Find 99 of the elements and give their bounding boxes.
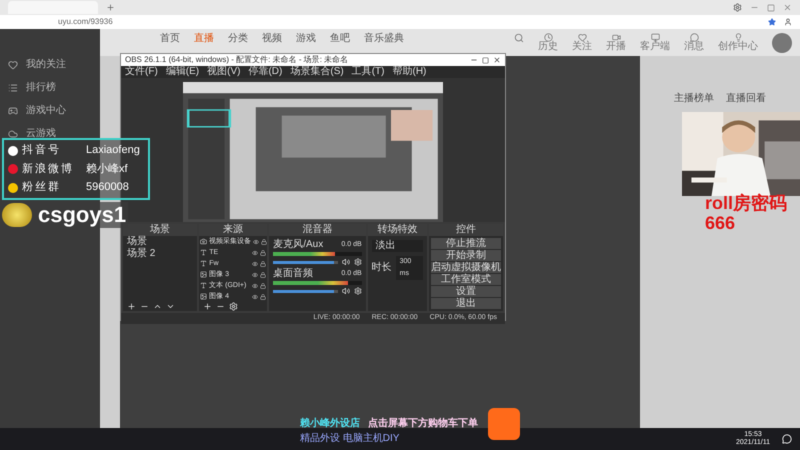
move-up-icon[interactable] bbox=[153, 302, 162, 311]
menu-item[interactable]: 场景集合(S) bbox=[290, 66, 344, 78]
visibility-icon[interactable] bbox=[252, 250, 258, 256]
header-icon-label[interactable]: 客户端 bbox=[640, 42, 670, 52]
source-type-icon bbox=[200, 260, 208, 267]
control-button[interactable]: 启动虚拟摄像机 bbox=[431, 262, 501, 273]
header-icon[interactable] bbox=[734, 33, 742, 42]
search-icon[interactable] bbox=[514, 33, 524, 43]
menu-item[interactable]: 工具(T) bbox=[352, 66, 384, 78]
shop-name: 赖小峰外设店 bbox=[300, 416, 360, 431]
control-button[interactable]: 退出 bbox=[431, 298, 501, 309]
add-icon[interactable] bbox=[127, 302, 136, 311]
control-button[interactable]: 开始录制 bbox=[431, 250, 501, 261]
header-icon[interactable] bbox=[612, 33, 620, 42]
visibility-icon[interactable] bbox=[252, 294, 258, 300]
menu-item[interactable]: 文件(F) bbox=[125, 66, 158, 78]
sidebar-icon bbox=[8, 106, 18, 116]
menu-item[interactable]: 停靠(D) bbox=[248, 66, 282, 78]
control-button[interactable]: 设置 bbox=[431, 286, 501, 297]
dock-title: 来源 bbox=[199, 224, 268, 236]
shop-instruction: 点击屏幕下方购物车下单 bbox=[368, 416, 478, 431]
visibility-icon[interactable] bbox=[252, 282, 258, 288]
bookmark-star-icon[interactable] bbox=[768, 18, 776, 26]
dock-title: 混音器 bbox=[269, 224, 366, 236]
lock-icon[interactable] bbox=[260, 282, 266, 288]
shop-slogan: 精品外设 电脑主机DIY bbox=[300, 432, 400, 446]
platform-label: 粉丝群 bbox=[22, 180, 62, 196]
platform-handle: Laxiaofeng bbox=[86, 143, 140, 158]
platform-handle: 赖小峰xf bbox=[86, 162, 128, 177]
sidebar-icon bbox=[8, 60, 18, 70]
transition-select[interactable]: 淡出 bbox=[372, 240, 423, 252]
profile-icon[interactable] bbox=[784, 18, 792, 26]
source-type-icon bbox=[200, 282, 208, 289]
platform-label: 新浪微博 bbox=[22, 162, 75, 177]
lock-icon[interactable] bbox=[260, 260, 266, 266]
speaker-icon[interactable] bbox=[342, 258, 350, 266]
lock-icon[interactable] bbox=[260, 294, 266, 300]
header-icon[interactable] bbox=[578, 33, 586, 42]
sidebar-icon bbox=[8, 82, 18, 92]
scene-item[interactable]: 场景 2 bbox=[123, 248, 198, 260]
lock-icon[interactable] bbox=[261, 238, 268, 244]
speaker-icon[interactable] bbox=[342, 287, 350, 295]
header-icon[interactable] bbox=[544, 33, 552, 42]
duration-label: 时长 bbox=[372, 262, 392, 274]
sidebar-icon bbox=[8, 128, 18, 138]
platform-label: 抖音号 bbox=[22, 142, 62, 158]
menu-item[interactable]: 视图(V) bbox=[207, 66, 240, 78]
room-code-label: roll房密码 bbox=[705, 193, 788, 213]
channel-name: 麦克风/Aux bbox=[273, 240, 324, 250]
visibility-icon[interactable] bbox=[252, 272, 258, 278]
source-type-icon bbox=[200, 249, 208, 256]
notification-icon[interactable] bbox=[782, 434, 792, 444]
nav-tab[interactable]: 鱼吧 bbox=[330, 33, 350, 45]
panel-tab[interactable]: 直播回看 bbox=[726, 93, 766, 105]
source-type-icon bbox=[200, 293, 208, 300]
header-icon-label[interactable]: 关注 bbox=[572, 42, 592, 52]
maximize-icon[interactable] bbox=[482, 56, 489, 64]
dock-title: 转场特效 bbox=[368, 224, 427, 236]
lock-icon[interactable] bbox=[260, 250, 266, 256]
source-type-icon bbox=[200, 238, 208, 245]
header-icon[interactable] bbox=[650, 33, 660, 42]
channel-name: 桌面音频 bbox=[273, 269, 314, 279]
nav-tab[interactable]: 音乐盛典 bbox=[364, 33, 404, 45]
header-icon-label[interactable]: 开播 bbox=[606, 42, 626, 52]
close-icon[interactable] bbox=[493, 56, 501, 64]
header-icon-label[interactable]: 历史 bbox=[538, 42, 558, 52]
header-icon[interactable] bbox=[690, 33, 698, 42]
header-icon-label[interactable]: 消息 bbox=[684, 42, 704, 52]
move-down-icon[interactable] bbox=[166, 302, 175, 311]
nav-tab[interactable]: 视频 bbox=[262, 33, 282, 45]
source-type-icon bbox=[200, 271, 208, 278]
menu-item[interactable]: 编辑(E) bbox=[166, 66, 200, 78]
panel-tab[interactable]: 主播榜单 bbox=[674, 93, 714, 105]
header-icon-label[interactable]: 创作中心 bbox=[718, 42, 758, 52]
settings-icon[interactable] bbox=[733, 3, 742, 12]
menu-item[interactable]: 帮助(H) bbox=[392, 66, 426, 78]
lock-icon[interactable] bbox=[260, 272, 266, 278]
sidebar-item[interactable]: 云游戏 bbox=[26, 126, 56, 141]
visibility-icon[interactable] bbox=[252, 260, 258, 266]
nav-tab[interactable]: 分类 bbox=[228, 33, 248, 45]
visibility-icon[interactable] bbox=[253, 238, 260, 244]
dock-title: 控件 bbox=[429, 224, 503, 236]
nav-tab[interactable]: 首页 bbox=[160, 33, 180, 45]
sidebar-item[interactable]: 游戏中心 bbox=[26, 103, 66, 118]
sidebar-item[interactable]: 排行榜 bbox=[26, 80, 56, 95]
control-button[interactable]: 工作室模式 bbox=[431, 274, 501, 285]
window-title: OBS 26.1.1 (64-bit, windows) - 配置文件: 未命名 - 场景: 未命名 bbox=[125, 54, 348, 66]
streamer-name: csgoys1 bbox=[36, 202, 128, 228]
room-code-value: 666 bbox=[705, 213, 736, 233]
scene-item[interactable]: 场景 bbox=[123, 236, 198, 248]
nav-tab[interactable]: 游戏 bbox=[296, 33, 316, 45]
sidebar-item[interactable]: 我的关注 bbox=[26, 57, 66, 72]
add-icon[interactable] bbox=[203, 302, 212, 311]
address-field[interactable]: uyu.com/93936 bbox=[58, 16, 113, 28]
dock-title: 场景 bbox=[123, 224, 198, 236]
new-tab-icon[interactable] bbox=[106, 3, 115, 12]
avatar[interactable] bbox=[772, 33, 792, 53]
platform-handle: 5960008 bbox=[86, 180, 129, 196]
control-button[interactable]: 停止推流 bbox=[431, 238, 501, 249]
